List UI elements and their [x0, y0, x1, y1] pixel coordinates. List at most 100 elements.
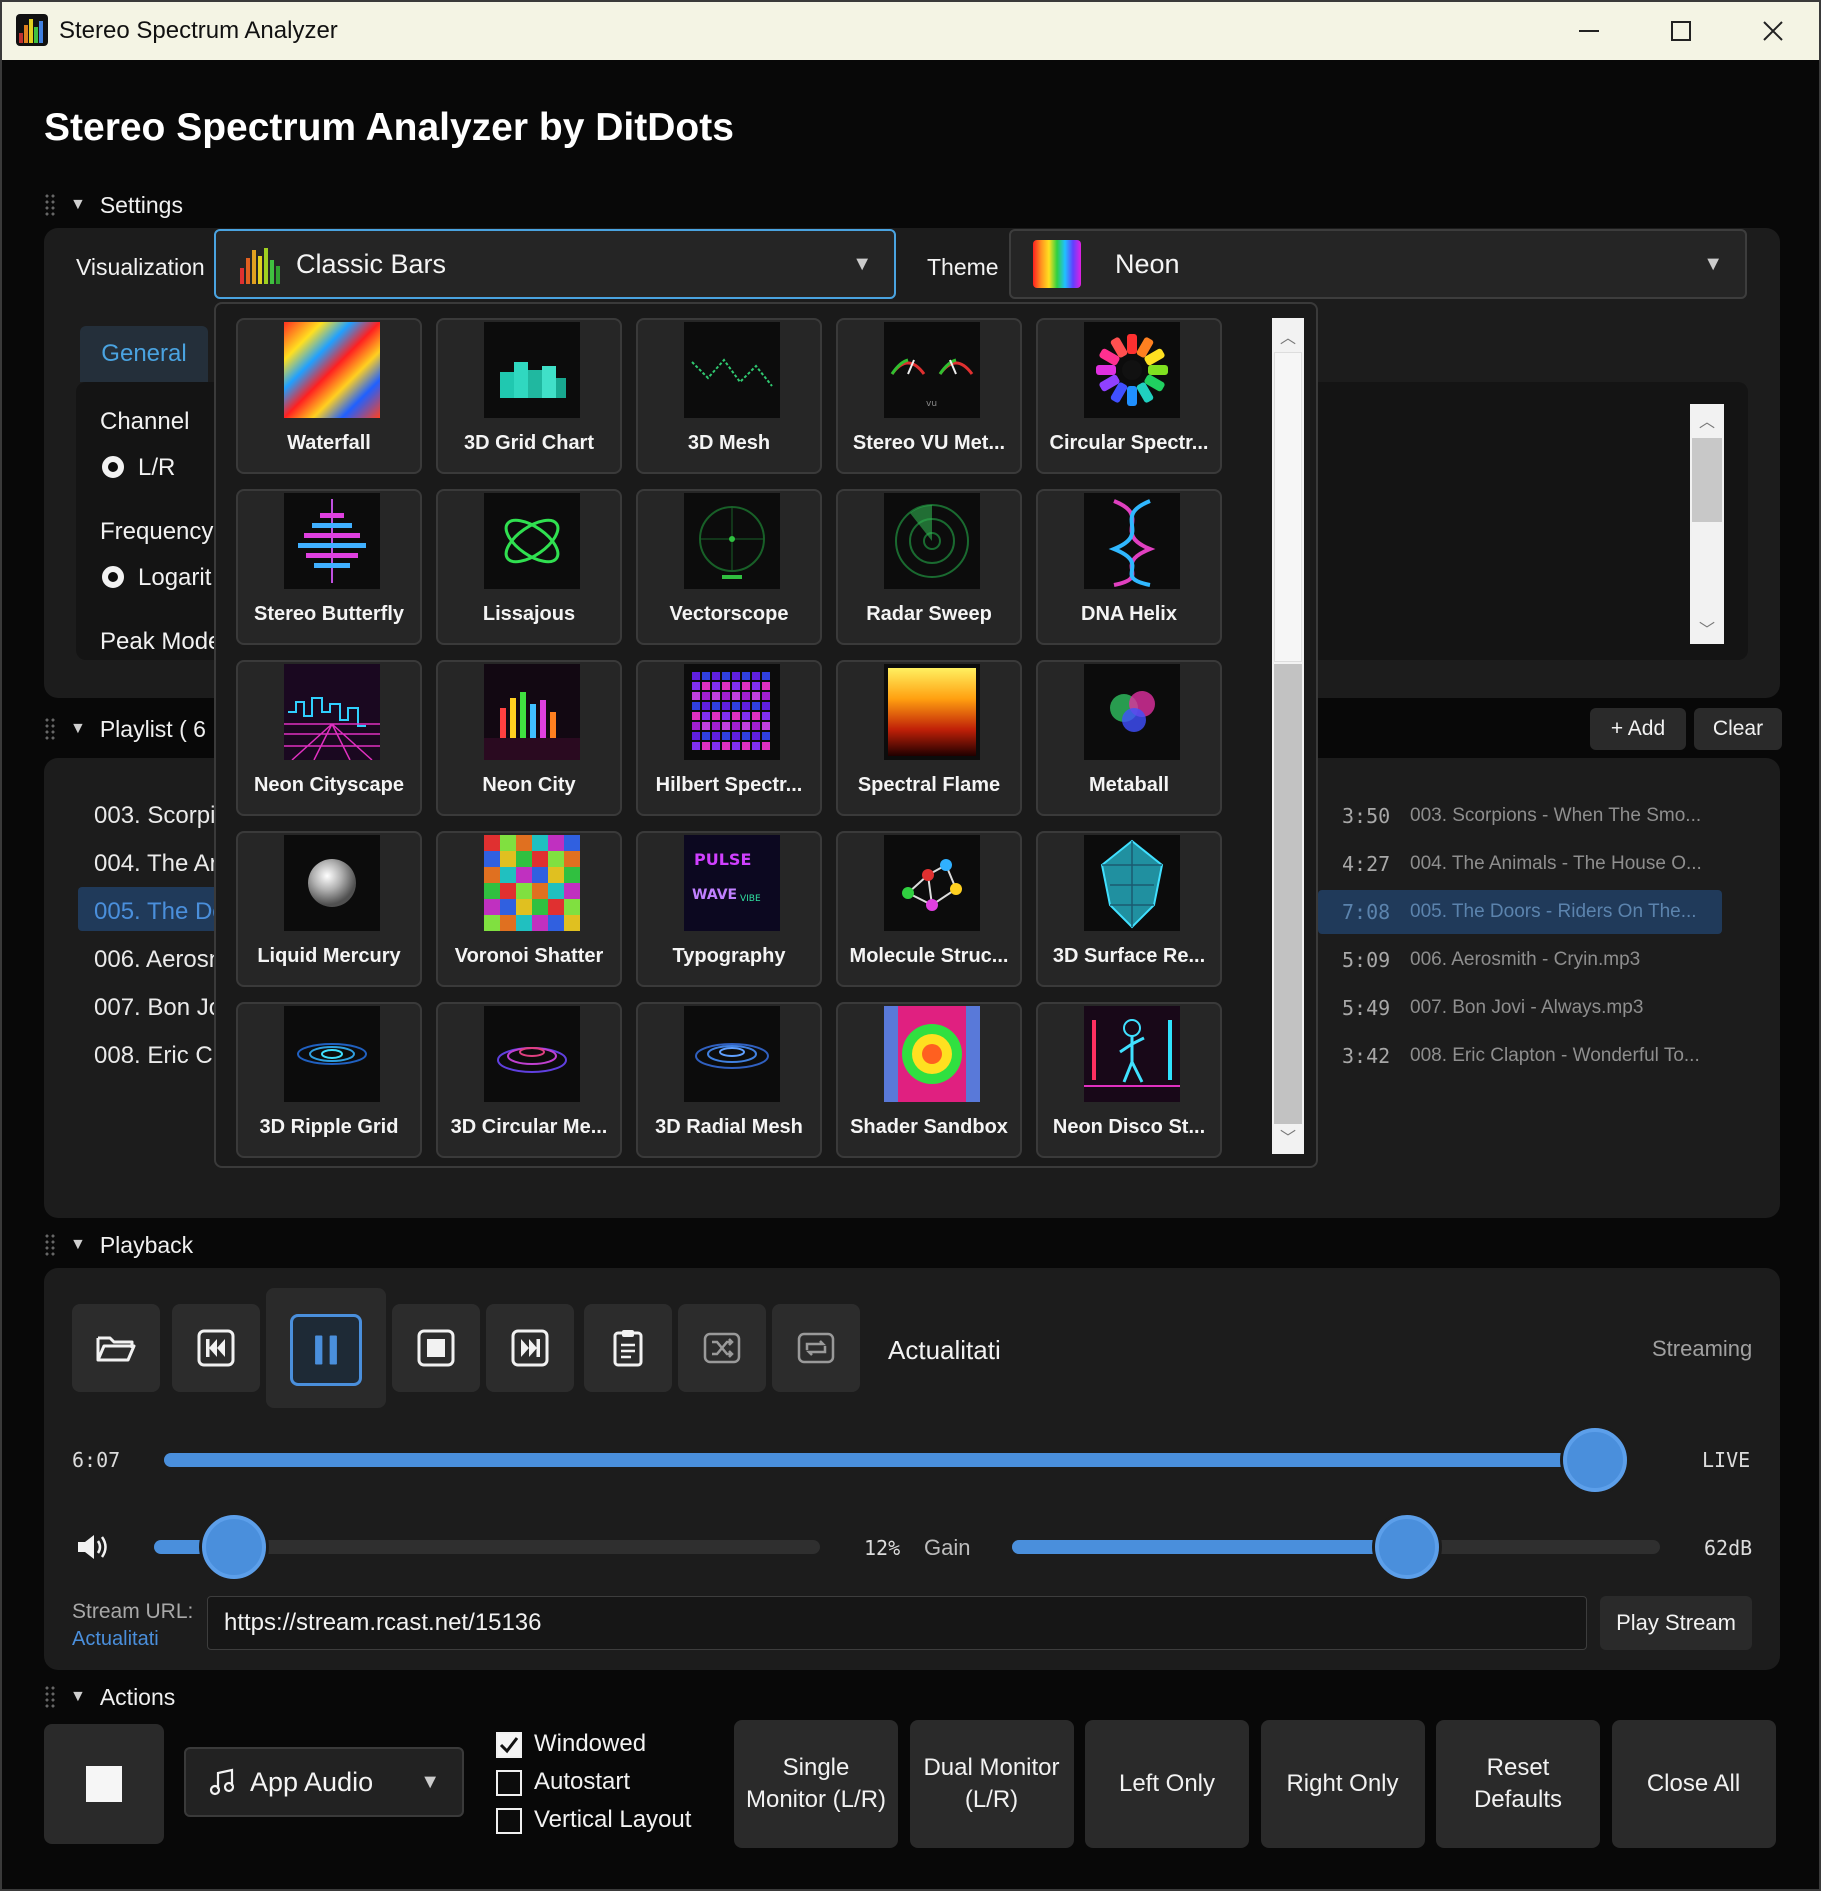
visualization-tile[interactable]: vu Stereo VU Met... — [836, 318, 1022, 474]
visualization-tile[interactable]: 3D Mesh — [636, 318, 822, 474]
play-stream-button[interactable]: Play Stream — [1600, 1596, 1752, 1650]
tab-general[interactable]: General — [80, 326, 208, 382]
playback-header-label: Playback — [99, 1231, 194, 1258]
dual-monitor-button[interactable]: Dual Monitor (L/R) — [909, 1720, 1074, 1848]
visualization-tile[interactable]: PULSE WAVE VIBE Typography — [636, 831, 822, 987]
playlist-row[interactable]: 3:50 003. Scorpions - When The Smo... — [1318, 794, 1722, 838]
playlist-row[interactable]: 7:08 005. The Doors - Riders On The... — [1318, 890, 1722, 934]
close-window-button[interactable] — [1742, 10, 1804, 52]
visualization-tile[interactable]: Hilbert Spectr... — [636, 660, 822, 816]
gain-slider-track[interactable] — [1012, 1540, 1660, 1554]
gain-slider-thumb[interactable] — [1375, 1515, 1440, 1579]
stream-name-link[interactable]: Actualitati — [72, 1628, 159, 1651]
actions-section-header[interactable]: ▼ Actions — [44, 1682, 175, 1712]
playlist-item-left[interactable]: 003. Scorpi — [94, 802, 215, 830]
visualization-tile[interactable]: Neon Disco St... — [1036, 1002, 1222, 1158]
right-only-button[interactable]: Right Only — [1260, 1720, 1425, 1848]
visualization-tile[interactable]: 3D Circular Me... — [436, 1002, 622, 1158]
drag-grip-icon[interactable] — [44, 717, 56, 741]
maximize-button[interactable] — [1650, 10, 1712, 52]
visualization-tile[interactable]: Molecule Struc... — [836, 831, 1022, 987]
visualization-tile[interactable]: Spectral Flame — [836, 660, 1022, 816]
previous-track-button[interactable] — [172, 1304, 260, 1392]
add-button[interactable]: + Add — [1590, 708, 1686, 750]
visualization-tile[interactable]: Circular Spectr... — [1036, 318, 1222, 474]
track-title: 006. Aerosmith - Cryin.mp3 — [1410, 949, 1641, 970]
position-slider-track[interactable] — [164, 1453, 1624, 1467]
playback-section-header[interactable]: ▼ Playback — [44, 1230, 193, 1260]
scrollbar-thumb[interactable] — [1274, 352, 1302, 662]
visualization-tile[interactable]: Neon Cityscape — [236, 660, 422, 816]
visualization-tile[interactable]: Shader Sandbox — [836, 1002, 1022, 1158]
playlist-item-left[interactable]: 006. Aerosn — [94, 946, 222, 974]
scrollbar-thumb[interactable] — [1692, 438, 1722, 522]
checkbox[interactable] — [496, 1770, 522, 1796]
visualization-tile[interactable]: Vectorscope — [636, 489, 822, 645]
reset-defaults-button[interactable]: Reset Defaults — [1436, 1720, 1600, 1848]
drag-grip-icon[interactable] — [44, 193, 56, 217]
visualization-tile[interactable]: Lissajous — [436, 489, 622, 645]
checkbox[interactable] — [496, 1808, 522, 1834]
visualization-tile[interactable]: Stereo Butterfly — [236, 489, 422, 645]
picker-scrollbar[interactable]: ︿ ﹀ — [1272, 318, 1304, 1154]
frequency-log-radio[interactable] — [102, 566, 124, 588]
stop-button[interactable] — [392, 1304, 480, 1392]
repeat-button[interactable] — [772, 1304, 860, 1392]
stop-square-icon — [86, 1766, 122, 1802]
left-only-button[interactable]: Left Only — [1085, 1720, 1249, 1848]
scroll-up-icon[interactable]: ︿ — [1272, 324, 1304, 348]
theme-dropdown[interactable]: Neon ▼ — [1009, 229, 1747, 299]
checkbox[interactable] — [496, 1732, 522, 1758]
visualization-tile[interactable]: Voronoi Shatter — [436, 831, 622, 987]
visualization-tile[interactable]: 3D Surface Re... — [1036, 831, 1222, 987]
shuffle-button[interactable] — [678, 1304, 766, 1392]
channel-lr-radio[interactable] — [102, 456, 124, 478]
visualization-tile[interactable]: Metaball — [1036, 660, 1222, 816]
playlist-clipboard-button[interactable] — [584, 1304, 672, 1392]
single-monitor-button[interactable]: Single Monitor (L/R) — [734, 1720, 898, 1848]
visualization-tile[interactable]: 3D Ripple Grid — [236, 1002, 422, 1158]
visualization-dropdown[interactable]: Classic Bars ▼ — [214, 229, 896, 299]
hilbert-thumb — [684, 664, 780, 760]
visualization-tile[interactable]: 3D Radial Mesh — [636, 1002, 822, 1158]
minimize-button[interactable] — [1558, 10, 1620, 52]
playlist-item-left[interactable]: 004. The An — [94, 850, 223, 878]
repeat-icon — [797, 1332, 835, 1364]
clipboard-icon — [613, 1330, 643, 1367]
playlist-item-left[interactable]: 008. Eric Cla — [94, 1042, 231, 1070]
playlist-row[interactable]: 4:27 004. The Animals - The House O... — [1318, 842, 1722, 886]
open-file-button[interactable] — [72, 1304, 160, 1392]
track-title: 008. Eric Clapton - Wonderful To... — [1410, 1045, 1700, 1066]
position-slider-thumb[interactable] — [1562, 1428, 1627, 1492]
scroll-down-icon[interactable]: ﹀ — [1272, 1124, 1304, 1148]
settings-section-header[interactable]: ▼ Settings — [44, 190, 183, 220]
playlist-row[interactable]: 5:49 007. Bon Jovi - Always.mp3 — [1318, 986, 1722, 1030]
stream-url-input[interactable]: https://stream.rcast.net/15136 — [207, 1596, 1587, 1650]
playlist-row[interactable]: 5:09 006. Aerosmith - Cryin.mp3 — [1318, 938, 1722, 982]
visualization-tile[interactable]: Liquid Mercury — [236, 831, 422, 987]
capture-stop-button[interactable] — [44, 1724, 164, 1844]
visualization-tile[interactable]: DNA Helix — [1036, 489, 1222, 645]
scroll-up-icon[interactable]: ︿ — [1690, 408, 1724, 432]
drag-grip-icon[interactable] — [44, 1685, 56, 1709]
playlist-row[interactable]: 3:42 008. Eric Clapton - Wonderful To... — [1318, 1034, 1722, 1078]
app-window: Stereo Spectrum Analyzer Stereo Spectrum… — [0, 0, 1821, 1891]
visualization-tile[interactable]: Neon City — [436, 660, 622, 816]
settings-scrollbar[interactable]: ︿ ﹀ — [1690, 404, 1724, 644]
volume-slider-thumb[interactable] — [201, 1515, 266, 1579]
playlist-item-left[interactable]: 007. Bon Jo — [94, 994, 222, 1022]
drag-grip-icon[interactable] — [44, 1233, 56, 1257]
volume-icon[interactable] — [76, 1532, 110, 1567]
playlist-item-left[interactable]: 005. The Dc — [94, 898, 224, 926]
clear-button[interactable]: Clear — [1694, 708, 1782, 750]
pause-button[interactable] — [290, 1314, 362, 1386]
scroll-down-icon[interactable]: ﹀ — [1690, 616, 1724, 640]
close-all-button[interactable]: Close All — [1611, 1720, 1776, 1848]
playlist-section-header[interactable]: ▼ Playlist ( 6 — [44, 714, 206, 744]
scrollbar-track[interactable] — [1274, 664, 1302, 1124]
next-track-button[interactable] — [486, 1304, 574, 1392]
visualization-tile[interactable]: Waterfall — [236, 318, 422, 474]
audio-source-dropdown[interactable]: App Audio ▼ — [184, 1747, 464, 1817]
visualization-tile[interactable]: Radar Sweep — [836, 489, 1022, 645]
visualization-tile[interactable]: 3D Grid Chart — [436, 318, 622, 474]
